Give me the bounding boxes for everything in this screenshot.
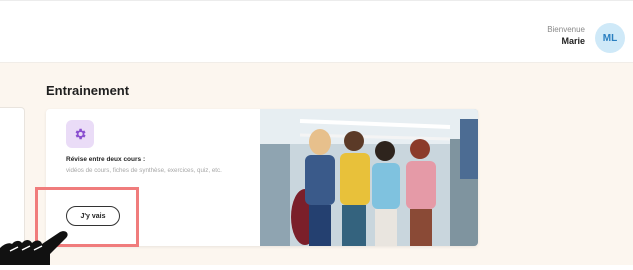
user-name: Marie [561, 36, 585, 46]
students-photo [260, 109, 478, 246]
card-heading: Révise entre deux cours : [66, 156, 146, 163]
card-description: vidéos de cours, fiches de synthèse, exe… [66, 167, 222, 174]
section-title: Entrainement [46, 83, 130, 98]
gear-icon [66, 120, 94, 148]
welcome-block: Bienvenue Marie [547, 25, 585, 47]
hand-pointer-icon [0, 226, 70, 265]
top-bar: Bienvenue Marie ML [0, 0, 633, 63]
avatar[interactable]: ML [595, 23, 625, 53]
welcome-label: Bienvenue [547, 25, 585, 34]
